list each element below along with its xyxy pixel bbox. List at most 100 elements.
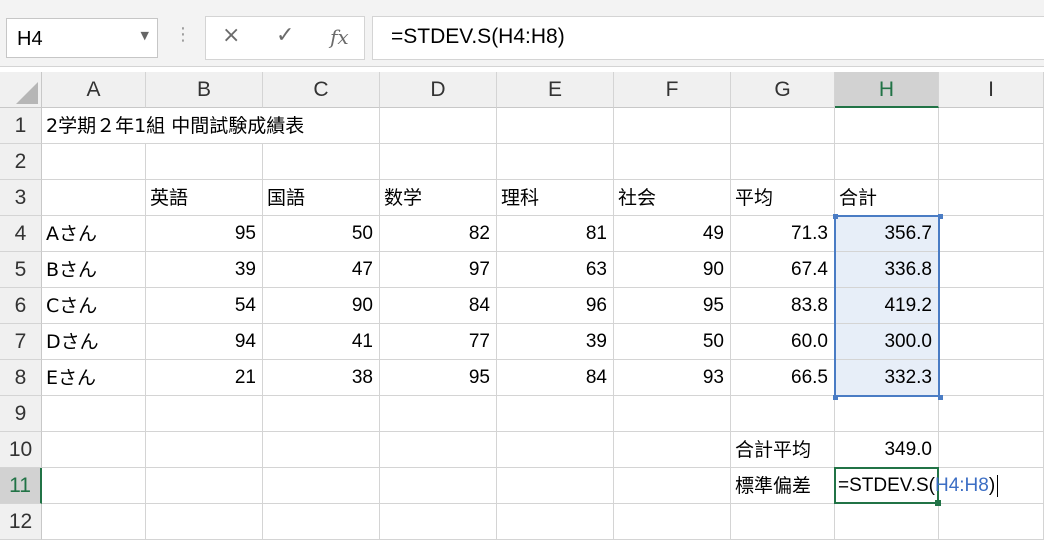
empty-cell[interactable] <box>146 108 263 144</box>
header-science[interactable]: 理科 <box>497 180 614 216</box>
total-average-value[interactable]: 349.0 <box>835 432 939 468</box>
empty-cell[interactable] <box>939 216 1044 252</box>
empty-cell[interactable] <box>146 468 263 504</box>
empty-cell[interactable] <box>263 504 380 540</box>
header-math[interactable]: 数学 <box>380 180 497 216</box>
empty-cell[interactable] <box>939 108 1044 144</box>
score-social[interactable]: 90 <box>614 252 731 288</box>
empty-cell[interactable] <box>380 108 497 144</box>
score-japanese[interactable]: 38 <box>263 360 380 396</box>
score-total[interactable]: 336.8 <box>835 252 939 288</box>
row-header-7[interactable]: 7 <box>0 324 42 360</box>
empty-cell[interactable] <box>939 396 1044 432</box>
empty-cell[interactable] <box>731 144 835 180</box>
empty-cell[interactable] <box>42 468 146 504</box>
student-name[interactable]: Bさん <box>42 252 146 288</box>
score-math[interactable]: 95 <box>380 360 497 396</box>
empty-cell[interactable] <box>146 144 263 180</box>
score-science[interactable]: 96 <box>497 288 614 324</box>
row-header-4[interactable]: 4 <box>0 216 42 252</box>
select-all-button[interactable] <box>0 72 42 108</box>
score-average[interactable]: 67.4 <box>731 252 835 288</box>
score-japanese[interactable]: 47 <box>263 252 380 288</box>
header-total[interactable]: 合計 <box>835 180 939 216</box>
score-average[interactable]: 71.3 <box>731 216 835 252</box>
empty-cell[interactable] <box>497 108 614 144</box>
row-header-5[interactable]: 5 <box>0 252 42 288</box>
column-header-g[interactable]: G <box>731 72 835 108</box>
empty-cell[interactable] <box>835 396 939 432</box>
column-header-f[interactable]: F <box>614 72 731 108</box>
empty-cell[interactable] <box>614 108 731 144</box>
empty-cell[interactable] <box>614 468 731 504</box>
formula-bar-grip-icon[interactable]: ⋮ <box>174 24 192 45</box>
empty-cell[interactable] <box>614 396 731 432</box>
column-header-h[interactable]: H <box>835 72 939 108</box>
empty-cell[interactable] <box>731 108 835 144</box>
empty-cell[interactable] <box>263 144 380 180</box>
score-math[interactable]: 97 <box>380 252 497 288</box>
score-social[interactable]: 50 <box>614 324 731 360</box>
empty-cell[interactable] <box>835 504 939 540</box>
empty-cell[interactable] <box>42 504 146 540</box>
score-total[interactable]: 300.0 <box>835 324 939 360</box>
empty-cell[interactable] <box>835 108 939 144</box>
row-header-11[interactable]: 11 <box>0 468 42 504</box>
title-cell[interactable]: 2学期２年1組 中間試験成績表 <box>42 108 304 144</box>
formula-input[interactable]: =STDEV.S(H4:H8) <box>372 16 1044 60</box>
empty-cell[interactable] <box>939 144 1044 180</box>
empty-cell[interactable] <box>42 180 146 216</box>
empty-cell[interactable] <box>939 360 1044 396</box>
score-math[interactable]: 77 <box>380 324 497 360</box>
empty-cell[interactable] <box>497 468 614 504</box>
empty-cell[interactable] <box>263 108 380 144</box>
empty-cell[interactable] <box>939 504 1044 540</box>
column-header-e[interactable]: E <box>497 72 614 108</box>
empty-cell[interactable] <box>614 504 731 540</box>
row-header-12[interactable]: 12 <box>0 504 42 540</box>
insert-function-icon[interactable]: fx <box>330 25 349 49</box>
empty-cell[interactable] <box>939 324 1044 360</box>
score-social[interactable]: 49 <box>614 216 731 252</box>
empty-cell[interactable] <box>731 396 835 432</box>
enter-icon[interactable]: ✓ <box>276 23 294 48</box>
column-header-c[interactable]: C <box>263 72 380 108</box>
empty-cell[interactable] <box>42 396 146 432</box>
score-average[interactable]: 60.0 <box>731 324 835 360</box>
column-header-a[interactable]: A <box>42 72 146 108</box>
score-science[interactable]: 39 <box>497 324 614 360</box>
name-box-dropdown-icon[interactable]: ▼ <box>141 29 149 42</box>
empty-cell[interactable] <box>939 432 1044 468</box>
score-total[interactable]: 419.2 <box>835 288 939 324</box>
score-japanese[interactable]: 41 <box>263 324 380 360</box>
row-header-3[interactable]: 3 <box>0 180 42 216</box>
empty-cell[interactable] <box>731 504 835 540</box>
row-header-2[interactable]: 2 <box>0 144 42 180</box>
score-japanese[interactable]: 50 <box>263 216 380 252</box>
empty-cell[interactable] <box>263 396 380 432</box>
stdev-label[interactable]: 標準偏差 <box>731 468 835 504</box>
score-average[interactable]: 83.8 <box>731 288 835 324</box>
empty-cell[interactable] <box>263 468 380 504</box>
row-header-8[interactable]: 8 <box>0 360 42 396</box>
empty-cell[interactable] <box>146 432 263 468</box>
empty-cell[interactable] <box>497 432 614 468</box>
empty-cell[interactable] <box>497 396 614 432</box>
empty-cell[interactable] <box>380 144 497 180</box>
score-social[interactable]: 93 <box>614 360 731 396</box>
score-japanese[interactable]: 90 <box>263 288 380 324</box>
empty-cell[interactable] <box>380 432 497 468</box>
score-english[interactable]: 95 <box>146 216 263 252</box>
header-japanese[interactable]: 国語 <box>263 180 380 216</box>
student-name[interactable]: Dさん <box>42 324 146 360</box>
student-name[interactable]: Eさん <box>42 360 146 396</box>
score-english[interactable]: 94 <box>146 324 263 360</box>
active-edit-cell[interactable]: =STDEV.S(H4:H8) <box>834 467 999 504</box>
name-box[interactable]: H4 ▼ <box>6 18 158 58</box>
empty-cell[interactable] <box>939 252 1044 288</box>
empty-cell[interactable] <box>380 504 497 540</box>
empty-cell[interactable] <box>614 144 731 180</box>
row-header-10[interactable]: 10 <box>0 432 42 468</box>
score-total[interactable]: 356.7 <box>835 216 939 252</box>
empty-cell[interactable] <box>146 504 263 540</box>
